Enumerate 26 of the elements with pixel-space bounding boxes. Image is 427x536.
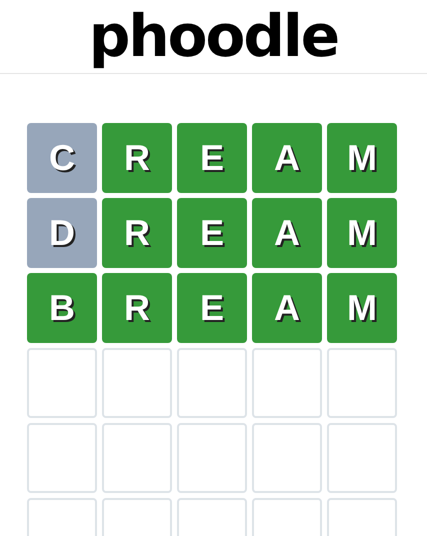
- empty-tile: [102, 423, 172, 493]
- empty-tile: [327, 423, 397, 493]
- empty-tile: [177, 423, 247, 493]
- empty-tile: [27, 348, 97, 418]
- letter-tile: E: [177, 273, 247, 343]
- letter-tile: M: [327, 198, 397, 268]
- letter-tile: B: [27, 273, 97, 343]
- letter-tile: M: [327, 273, 397, 343]
- letter-tile: R: [102, 123, 172, 193]
- letter-tile: D: [27, 198, 97, 268]
- empty-tile: [252, 423, 322, 493]
- letter-tile: R: [102, 273, 172, 343]
- letter-tile: M: [327, 123, 397, 193]
- letter-tile: A: [252, 123, 322, 193]
- letter-tile: C: [27, 123, 97, 193]
- empty-tile: [102, 348, 172, 418]
- empty-tile: [252, 348, 322, 418]
- logo: phoodle: [88, 1, 338, 71]
- letter-tile: E: [177, 123, 247, 193]
- letter-tile: A: [252, 273, 322, 343]
- empty-tile: [177, 348, 247, 418]
- letter-tile: R: [102, 198, 172, 268]
- letter-tile: A: [252, 198, 322, 268]
- letter-tile: E: [177, 198, 247, 268]
- empty-tile: [27, 423, 97, 493]
- empty-tile: [327, 348, 397, 418]
